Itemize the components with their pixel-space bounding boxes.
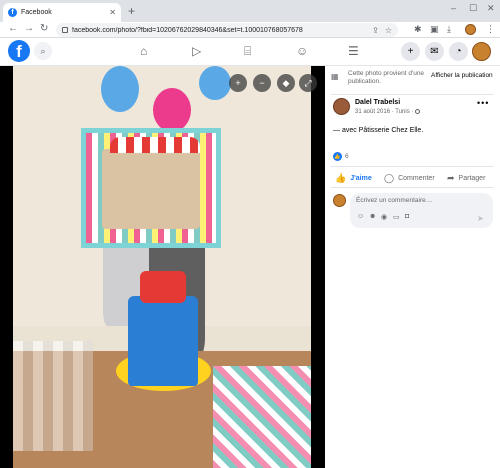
tag-icon[interactable]: ◆ bbox=[277, 74, 295, 92]
thumbs-up-icon: 👍 bbox=[335, 172, 347, 183]
photo-notice-icon: ▦ bbox=[331, 72, 339, 81]
blue-balloon bbox=[101, 66, 139, 112]
commenter-avatar[interactable] bbox=[333, 194, 346, 207]
forward-icon[interactable]: → bbox=[24, 23, 34, 34]
side-panel-icon[interactable]: ▣ bbox=[430, 24, 439, 35]
avatar-sticker-icon[interactable]: ☺ bbox=[357, 213, 364, 220]
post-caption: — avec Pâtisserie Chez Elle. bbox=[333, 127, 423, 134]
facebook-logo[interactable]: f bbox=[8, 40, 30, 62]
video-icon[interactable]: ▷ bbox=[192, 44, 201, 58]
extensions-icon[interactable]: ✱ bbox=[414, 24, 422, 35]
send-icon[interactable]: ➤ bbox=[477, 214, 484, 223]
facebook-header: f ⌕ ⌂ ▷ ⌸ ☺ ☰ + ✉ ◔ bbox=[0, 38, 500, 66]
caption-prefix: — avec bbox=[333, 127, 359, 134]
url-text: facebook.com/photo/?fbid=102067620298403… bbox=[72, 26, 303, 34]
create-icon[interactable]: + bbox=[401, 42, 420, 61]
browser-profile-avatar[interactable] bbox=[465, 24, 476, 35]
frame-opening bbox=[102, 149, 200, 229]
photo-details-panel: ▦ Cette photo provient d'une publication… bbox=[325, 66, 500, 468]
photo-viewer: + − ◆ ⤢ bbox=[0, 66, 325, 468]
share-label: Partager bbox=[458, 174, 486, 182]
share-icon: ➦ bbox=[447, 172, 455, 183]
striped-gift-boxes bbox=[213, 366, 311, 468]
camera-icon[interactable]: ◉ bbox=[381, 213, 387, 221]
post-date[interactable]: 31 août 2016 · Tunis · bbox=[355, 109, 421, 116]
more-options-icon[interactable]: ••• bbox=[477, 98, 489, 108]
notifications-icon[interactable]: ◔ bbox=[449, 42, 468, 61]
public-globe-icon bbox=[415, 109, 421, 114]
fullscreen-icon[interactable]: ⤢ bbox=[299, 74, 317, 92]
lock-icon[interactable] bbox=[62, 27, 68, 33]
share-page-icon[interactable]: ⇪ bbox=[372, 26, 379, 35]
party-photo bbox=[13, 66, 311, 468]
browser-menu-icon[interactable]: ⋮ bbox=[486, 24, 495, 35]
circus-cake bbox=[128, 296, 198, 386]
menu-icon[interactable]: ☰ bbox=[348, 44, 359, 58]
gif-icon[interactable]: ▭ bbox=[393, 213, 400, 221]
author-name[interactable]: Dalel Trabelsi bbox=[355, 99, 400, 106]
minimize-icon[interactable]: – bbox=[451, 3, 456, 13]
tab-title: Facebook bbox=[21, 9, 52, 16]
share-button[interactable]: ➦ Partager bbox=[447, 172, 485, 184]
post-date-text: 31 août 2016 · Tunis · bbox=[355, 109, 414, 116]
address-bar[interactable]: facebook.com/photo/?fbid=102067620298403… bbox=[56, 23, 398, 37]
comment-placeholder: Écrivez un commentaire… bbox=[356, 197, 433, 204]
maximize-icon[interactable]: ☐ bbox=[469, 3, 477, 14]
emoji-icon[interactable]: ☻ bbox=[369, 213, 376, 220]
like-reaction-icon[interactable]: 👍 bbox=[333, 152, 342, 161]
back-icon[interactable]: ← bbox=[8, 23, 18, 34]
new-tab-icon[interactable]: + bbox=[128, 4, 135, 18]
publication-notice: ▦ Cette photo provient d'une publication… bbox=[331, 70, 496, 92]
comment-button[interactable]: ◯ Commenter bbox=[384, 172, 435, 184]
tagged-page-link[interactable]: Pâtisserie Chez Elle bbox=[359, 127, 422, 134]
view-publication-link[interactable]: Afficher la publication bbox=[431, 72, 493, 79]
zoom-in-icon[interactable]: + bbox=[229, 74, 247, 92]
notice-text: Cette photo provient d'une publication. bbox=[348, 70, 425, 85]
cake-topper bbox=[140, 271, 186, 303]
divider bbox=[331, 94, 494, 95]
marketplace-icon[interactable]: ⌸ bbox=[244, 44, 251, 59]
home-icon[interactable]: ⌂ bbox=[140, 44, 147, 58]
reaction-count[interactable]: 6 bbox=[345, 153, 349, 160]
facebook-favicon-icon: f bbox=[8, 8, 17, 17]
download-icon[interactable]: ⤓ bbox=[447, 24, 451, 35]
browser-toolbar: ← → ↻ facebook.com/photo/?fbid=102067620… bbox=[0, 22, 500, 38]
search-icon[interactable]: ⌕ bbox=[34, 42, 52, 60]
like-label: J'aime bbox=[350, 174, 372, 182]
author-avatar[interactable] bbox=[333, 98, 350, 115]
pink-balloon bbox=[153, 88, 191, 132]
zoom-out-icon[interactable]: − bbox=[253, 74, 271, 92]
browser-tab-strip: f Facebook ✕ + – ☐ ✕ bbox=[0, 0, 500, 22]
messenger-icon[interactable]: ✉ bbox=[425, 42, 444, 61]
photo-booth-frame bbox=[81, 128, 221, 248]
divider bbox=[331, 187, 494, 188]
sticker-icon[interactable]: ◘ bbox=[405, 213, 409, 220]
caption-suffix: . bbox=[421, 127, 424, 134]
blue-balloon-right bbox=[199, 66, 231, 100]
like-button[interactable]: 👍 J'aime bbox=[335, 172, 372, 184]
divider bbox=[331, 166, 494, 167]
comment-icon: ◯ bbox=[384, 172, 395, 183]
tab-close-icon[interactable]: ✕ bbox=[109, 8, 116, 17]
bookmark-star-icon[interactable]: ☆ bbox=[385, 26, 392, 35]
browser-tab[interactable]: f Facebook ✕ bbox=[3, 3, 121, 22]
circus-tent-top bbox=[110, 137, 200, 153]
comment-input[interactable]: Écrivez un commentaire… ☺ ☻ ◉ ▭ ◘ ➤ bbox=[350, 193, 493, 228]
comment-label: Commenter bbox=[398, 174, 435, 182]
plastic-cups bbox=[13, 341, 93, 451]
groups-icon[interactable]: ☺ bbox=[296, 44, 308, 58]
reload-icon[interactable]: ↻ bbox=[40, 23, 48, 34]
account-avatar[interactable] bbox=[472, 42, 491, 61]
window-close-icon[interactable]: ✕ bbox=[487, 3, 495, 14]
